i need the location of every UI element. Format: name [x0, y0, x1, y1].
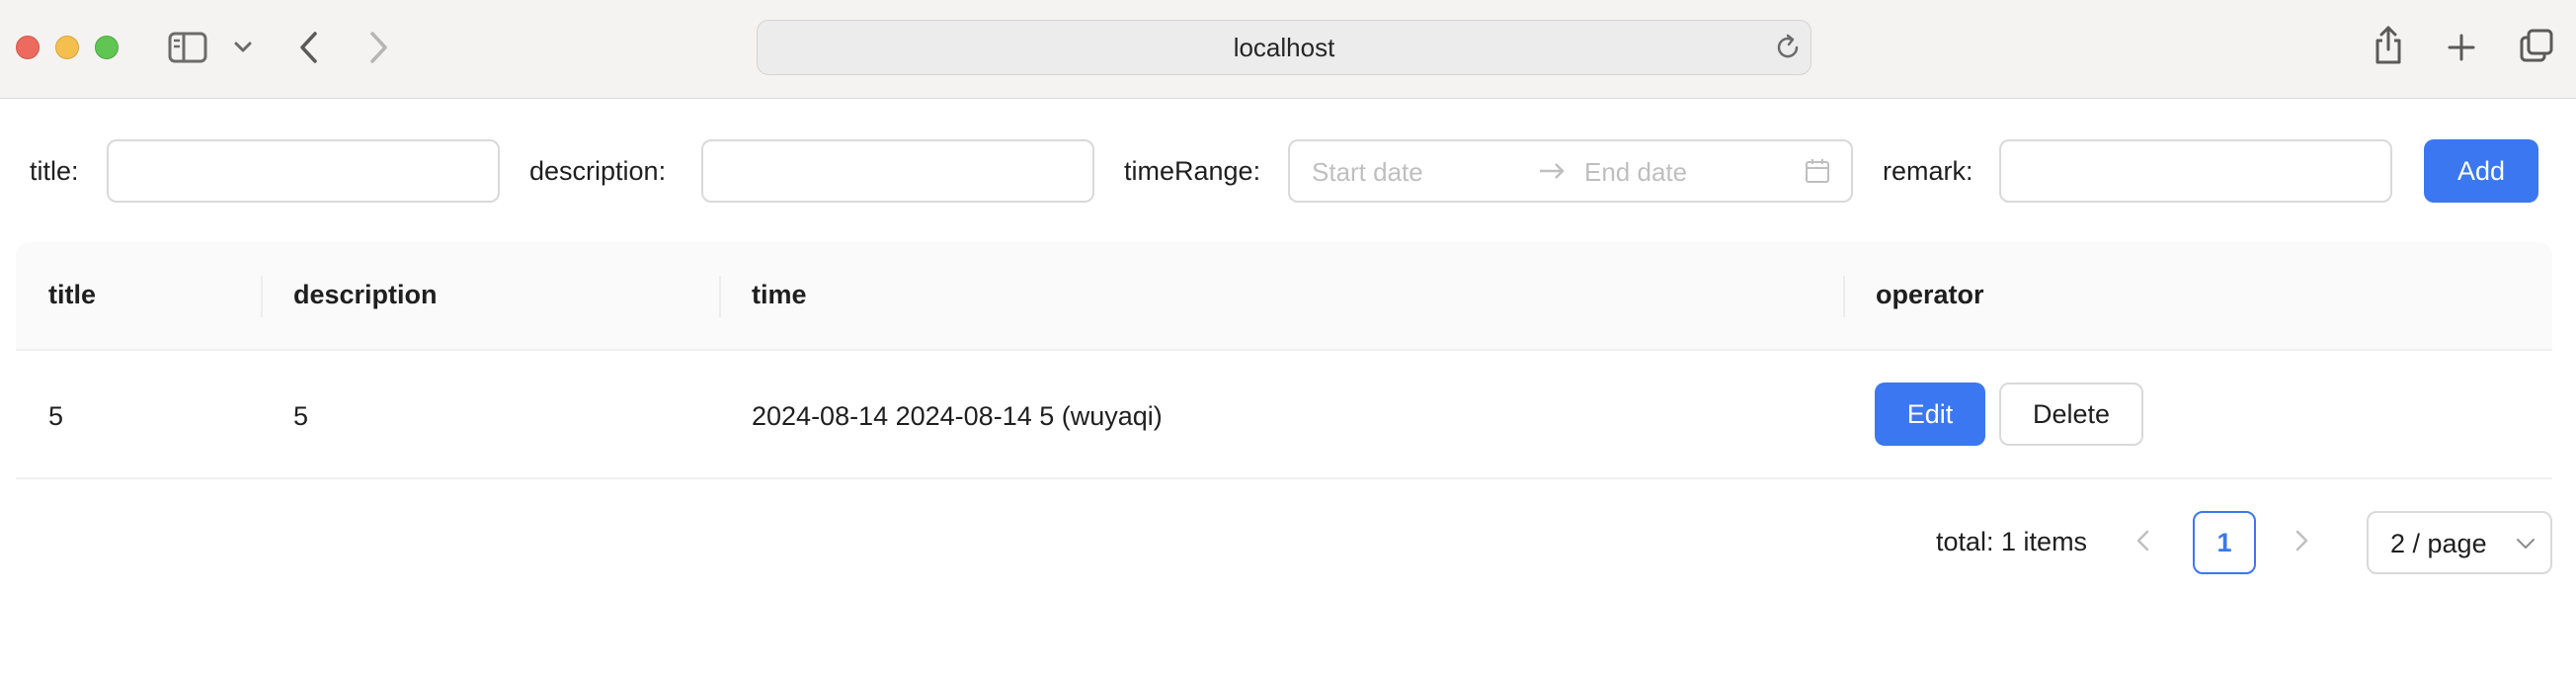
timerange-label: timeRange:: [1124, 156, 1261, 186]
search-form: title: description: timeRange: Start dat…: [0, 100, 2576, 242]
cell-description: 5: [293, 401, 309, 431]
remark-input[interactable]: [1999, 139, 2392, 203]
chevron-down-icon[interactable]: [231, 36, 255, 59]
column-header-time: time: [752, 280, 807, 309]
prev-page-icon[interactable]: [2133, 527, 2151, 561]
range-arrow-icon: [1537, 157, 1567, 190]
close-window-button[interactable]: [16, 36, 40, 59]
title-label: title:: [30, 156, 79, 186]
total-count: total: 1 items: [1936, 527, 2088, 556]
calendar-icon: [1804, 157, 1831, 190]
column-divider: [261, 276, 263, 317]
tab-overview-icon[interactable]: [2517, 26, 2556, 65]
title-input[interactable]: [107, 139, 500, 203]
pagination: total: 1 items 1 2 / page: [0, 509, 2576, 576]
end-date-placeholder[interactable]: End date: [1584, 157, 1687, 187]
description-label: description:: [529, 156, 667, 186]
delete-button[interactable]: Delete: [1999, 382, 2143, 446]
next-page-icon[interactable]: [2294, 527, 2311, 561]
description-input[interactable]: [701, 139, 1094, 203]
column-header-operator: operator: [1876, 280, 1984, 309]
table-header: title description time operator: [16, 242, 2552, 351]
zoom-window-button[interactable]: [95, 36, 119, 59]
edit-button[interactable]: Edit: [1875, 382, 1985, 446]
column-header-title: title: [48, 280, 97, 309]
timerange-picker[interactable]: Start date End date: [1288, 139, 1853, 203]
remark-label: remark:: [1883, 156, 1973, 186]
url-text: localhost: [1233, 32, 1335, 62]
page-size-value: 2 / page: [2390, 529, 2487, 558]
sidebar-toggle-icon[interactable]: [166, 30, 209, 65]
add-button[interactable]: Add: [2424, 139, 2538, 203]
cell-title: 5: [48, 401, 64, 431]
start-date-placeholder[interactable]: Start date: [1312, 157, 1423, 187]
table-row: 5 5 2024-08-14 2024-08-14 5 (wuyaqi) Edi…: [16, 351, 2552, 479]
browser-toolbar: localhost: [0, 0, 2576, 99]
forward-icon[interactable]: [363, 28, 395, 67]
page-size-select[interactable]: 2 / page: [2367, 511, 2552, 574]
column-header-description: description: [293, 280, 438, 309]
column-divider: [1843, 276, 1845, 317]
share-icon[interactable]: [2371, 22, 2406, 67]
back-icon[interactable]: [292, 28, 324, 67]
cell-time: 2024-08-14 2024-08-14 5 (wuyaqi): [752, 401, 1163, 431]
new-tab-icon[interactable]: [2444, 30, 2479, 65]
page-content: title: description: timeRange: Start dat…: [0, 100, 2576, 680]
column-divider: [719, 276, 721, 317]
reload-icon[interactable]: [1773, 33, 1803, 67]
chevron-down-icon: [2515, 533, 2536, 559]
minimize-window-button[interactable]: [55, 36, 79, 59]
page-number-current[interactable]: 1: [2193, 511, 2256, 574]
address-bar[interactable]: localhost: [757, 20, 1811, 75]
data-table: title description time operator 5 5 2024…: [16, 242, 2552, 479]
